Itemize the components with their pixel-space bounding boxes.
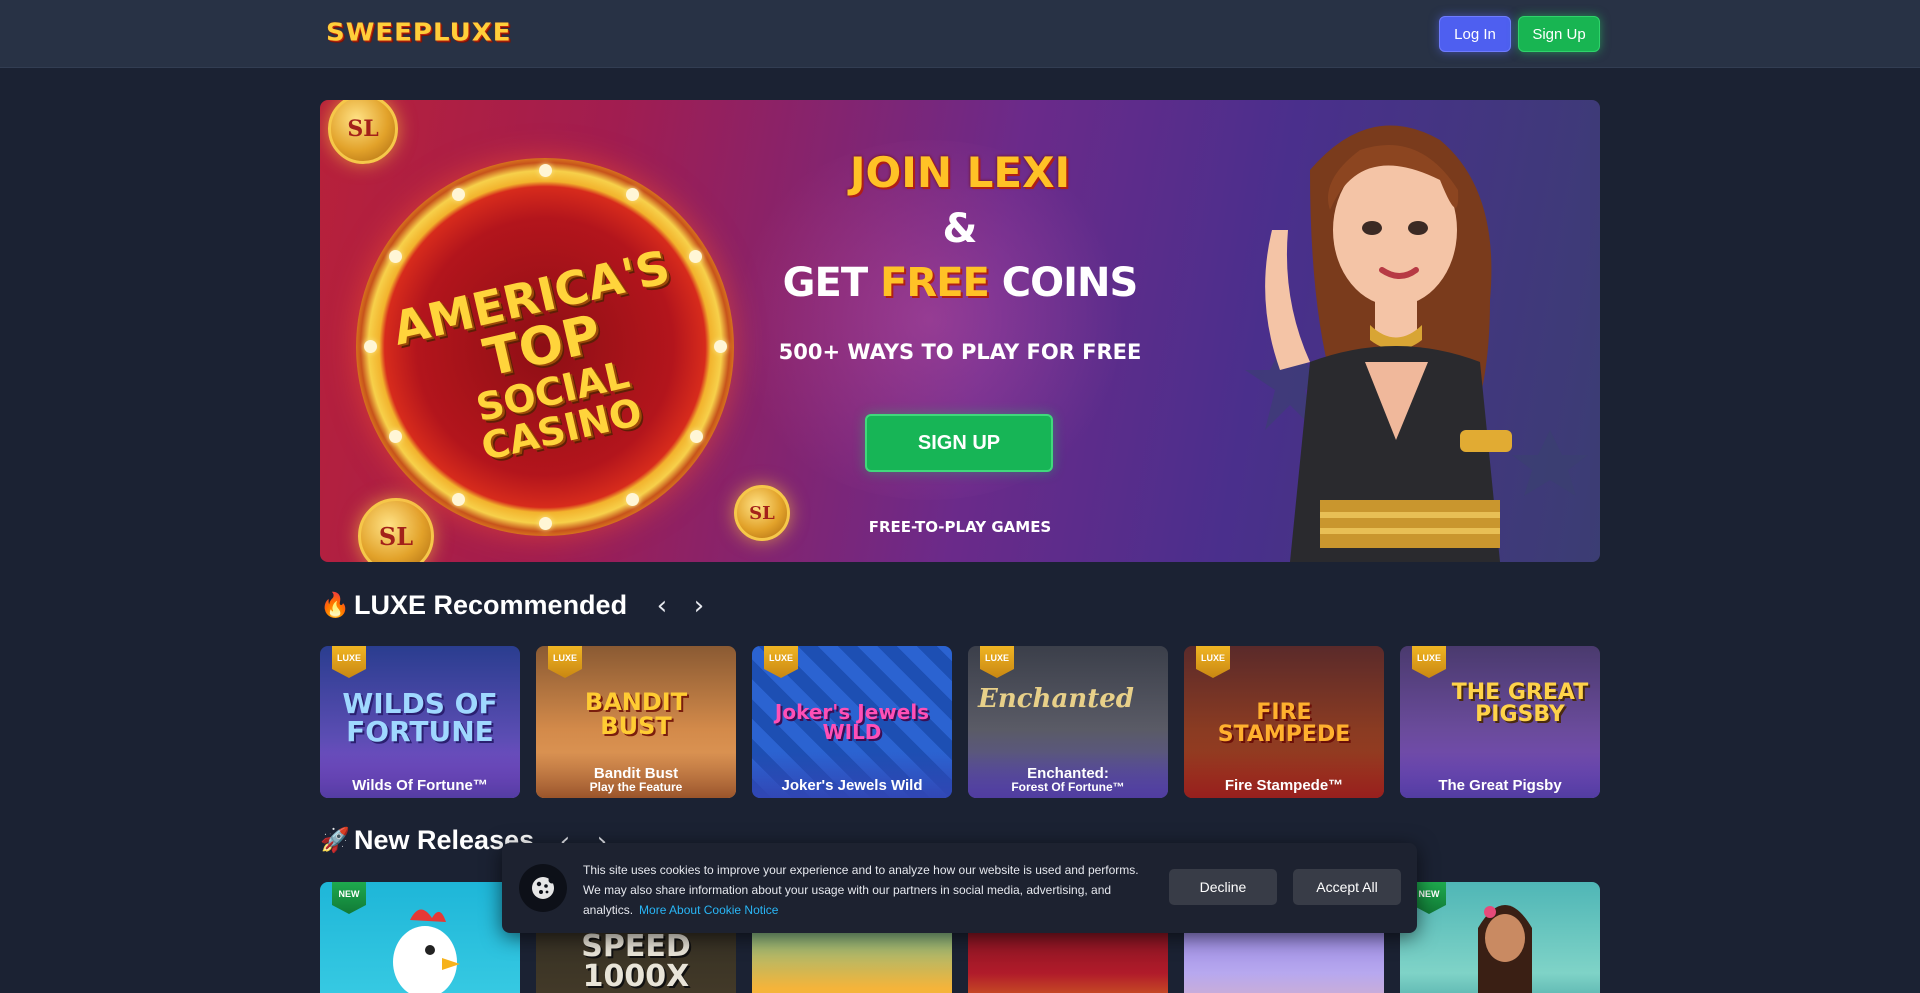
- hero-free-coins: GET FREE COINS: [782, 260, 1139, 306]
- site-header: SWEEPLUXE Log In Sign Up: [0, 0, 1920, 68]
- recommended-prev-button[interactable]: ‹: [649, 593, 675, 619]
- hostess-illustration: [1245, 125, 1588, 562]
- game-card-label: The Great Pigsby: [1438, 777, 1562, 795]
- game-card-wilds-of-fortune[interactable]: WILDS OF FORTUNE Wilds Of Fortune™ LUXE: [320, 646, 520, 798]
- game-card-jokers-jewels-wild[interactable]: Joker's Jewels WILD Joker's Jewels Wild …: [752, 646, 952, 798]
- coin-decoration: SL: [358, 498, 434, 562]
- cookie-banner: This site uses cookies to improve your e…: [502, 843, 1417, 933]
- cookie-message: This site uses cookies to improve your e…: [583, 863, 1139, 917]
- site-logo[interactable]: SWEEPLUXE: [326, 19, 512, 48]
- hero-title: JOIN LEXI: [849, 148, 1071, 197]
- rooster-illustration: [393, 909, 460, 993]
- game-card-bandit-bust[interactable]: BANDIT BUST Bandit Bust Play the Feature…: [536, 646, 736, 798]
- game-card-great-pigsby[interactable]: THE GREAT PIGSBY The Great Pigsby LUXE: [1400, 646, 1600, 798]
- game-card-label: Enchanted: Forest Of Fortune™: [1011, 764, 1125, 795]
- hero-signup-button[interactable]: SIGN UP: [865, 414, 1053, 472]
- casino-wheel: AMERICA'S TOP SOCIAL CASINO: [356, 158, 734, 536]
- game-card-label: Joker's Jewels Wild: [781, 777, 923, 795]
- game-card-enchanted[interactable]: Enchanted Enchanted: Forest Of Fortune™ …: [968, 646, 1168, 798]
- wheel-headline: AMERICA'S TOP SOCIAL CASINO: [387, 239, 675, 469]
- game-card-label: Wilds Of Fortune™: [352, 777, 488, 795]
- hero-f2p-text: FREE-TO-PLAY GAMES: [868, 518, 1052, 536]
- coin-decoration: SL: [734, 485, 790, 541]
- hero-ampersand: &: [942, 206, 978, 252]
- login-button[interactable]: Log In: [1439, 16, 1511, 52]
- accept-cookies-button[interactable]: Accept All: [1293, 869, 1401, 905]
- coin-decoration: SL: [328, 100, 398, 164]
- recommended-heading: 🔥 LUXE Recommended: [320, 590, 627, 621]
- character-illustration: [1478, 905, 1532, 993]
- hero-ways-text: 500+ WAYS TO PLAY FOR FREE: [778, 340, 1142, 364]
- new-game-card[interactable]: NEW: [320, 882, 520, 993]
- recommended-next-button[interactable]: ›: [686, 593, 712, 619]
- game-card-label: Bandit Bust Play the Feature: [589, 764, 683, 795]
- game-card-label: Fire Stampede™: [1224, 777, 1344, 795]
- new-game-card[interactable]: NEW: [1400, 882, 1600, 993]
- cookie-icon: [519, 864, 567, 912]
- hero-banner[interactable]: SL SL SL AMERICA'S TOP SOCIAL CASINO JOI…: [320, 100, 1600, 562]
- signup-button[interactable]: Sign Up: [1518, 16, 1600, 52]
- rocket-icon: 🚀: [320, 827, 350, 854]
- game-card-fire-stampede[interactable]: FIRE STAMPEDE Fire Stampede™ LUXE: [1184, 646, 1384, 798]
- cookie-notice-link[interactable]: More About Cookie Notice: [639, 903, 778, 917]
- fire-icon: 🔥: [320, 592, 350, 619]
- recommended-title: LUXE Recommended: [354, 590, 628, 620]
- decline-cookies-button[interactable]: Decline: [1169, 869, 1277, 905]
